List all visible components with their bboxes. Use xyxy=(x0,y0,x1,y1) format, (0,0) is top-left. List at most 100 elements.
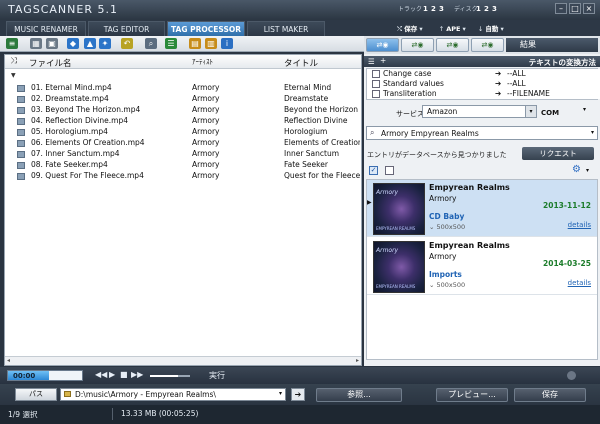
browse-button[interactable]: 参照... xyxy=(316,388,402,402)
preview-button[interactable]: プレビュー... xyxy=(436,388,508,402)
track-2[interactable]: 2 xyxy=(431,5,436,13)
conversion-row[interactable]: Standard values ➔ --ALL xyxy=(369,79,600,89)
file-source-button[interactable]: ⇄◉ xyxy=(436,38,469,52)
result-artist: Armory xyxy=(429,252,457,261)
minimize-icon[interactable]: – xyxy=(555,3,567,14)
export-icon[interactable]: ▤ xyxy=(189,38,201,49)
music-file-icon xyxy=(17,151,25,158)
forward-icon[interactable]: ▶▶ xyxy=(131,370,143,379)
file-row[interactable]: 02. Dreamstate.mp4 Armory Dreamstate xyxy=(5,94,361,105)
dropdown-icon: ▾ xyxy=(417,25,425,33)
file-row[interactable]: 04. Reflection Divine.mp4 Armory Reflectio… xyxy=(5,116,361,127)
details-link[interactable]: details xyxy=(568,221,591,229)
scroll-right-icon[interactable]: ▸ xyxy=(356,357,359,364)
region-value[interactable]: COM xyxy=(541,109,559,117)
column-artist[interactable]: ｱｰﾃｨｽﾄ xyxy=(192,57,213,67)
chevron-down-icon[interactable]: ▾ xyxy=(591,129,594,136)
chevron-icon: ⌄ xyxy=(429,223,437,231)
move-up-icon[interactable]: ◆ xyxy=(67,38,79,49)
conversion-row[interactable]: Change case ➔ --ALL xyxy=(369,69,600,79)
cover-logo: Armory xyxy=(376,189,399,196)
file-artist: Armory xyxy=(192,83,220,92)
tab-music-renamer[interactable]: MUSIC RENAMER xyxy=(6,21,86,36)
cover-caption: EMPYREAN REALMS xyxy=(376,284,416,289)
scroll-left-icon[interactable]: ◂ xyxy=(7,357,10,364)
result-card[interactable]: Armory EMPYREAN REALMS Empyrean Realms A… xyxy=(367,238,597,295)
select-none-checkbox[interactable] xyxy=(385,166,394,175)
disc-1[interactable]: 1 xyxy=(476,5,481,13)
file-row[interactable]: 07. Inner Sanctum.mp4 Armory Inner Sanctum xyxy=(5,149,361,160)
result-card[interactable]: ▶ Armory EMPYREAN REALMS Empyrean Realms… xyxy=(367,180,597,237)
playlist-icon[interactable]: ☰ xyxy=(165,38,177,49)
save-mode[interactable]: 保存 xyxy=(404,25,417,33)
tag-source-button[interactable]: ⇄◉ xyxy=(401,38,434,52)
list-icon[interactable]: ☰ xyxy=(368,57,375,66)
file-row[interactable]: 09. Quest For The Fleece.mp4 Armory Quest … xyxy=(5,171,361,182)
folder-tree-icon[interactable]: ≡ xyxy=(6,38,18,49)
album-cover: Armory EMPYREAN REALMS xyxy=(373,183,425,235)
arrow-icon: ➔ xyxy=(495,89,502,98)
conversion-checkbox[interactable] xyxy=(372,70,380,78)
chevron-down-icon[interactable]: ▾ xyxy=(586,167,589,174)
text-source-button[interactable]: ⇄◉ xyxy=(471,38,504,52)
file-row[interactable]: 08. Fate Seeker.mp4 Armory Fate Seeker xyxy=(5,160,361,171)
file-row[interactable]: 01. Eternal Mind.mp4 Armory Eternal Mind xyxy=(5,83,361,94)
result-tab[interactable]: 結果 xyxy=(506,38,598,52)
refresh-icon[interactable]: ✦ xyxy=(99,38,111,49)
add-icon[interactable]: + xyxy=(380,56,386,65)
select-all-checkbox[interactable]: ✓ xyxy=(369,166,378,175)
file-artist: Armory xyxy=(192,105,220,114)
conversion-checkbox[interactable] xyxy=(372,90,380,98)
track-1[interactable]: 1 xyxy=(423,5,428,13)
path-input[interactable]: D:\music\Armory - Empyrean Realms\ ▾ xyxy=(60,388,286,401)
tab-tag-processor[interactable]: TAG PROCESSOR xyxy=(167,21,245,36)
options-gear-icon[interactable]: ⚙ xyxy=(572,164,581,175)
file-row[interactable]: 06. Elements Of Creation.mp4 Armory Elemen… xyxy=(5,138,361,149)
file-row[interactable]: 03. Beyond The Horizon.mp4 Armory Beyond t… xyxy=(5,105,361,116)
conversion-checkbox[interactable] xyxy=(372,80,380,88)
horizontal-scrollbar[interactable]: ◂ ▸ xyxy=(5,356,361,365)
info-icon[interactable]: i xyxy=(221,38,233,49)
conversion-label: Transliteration xyxy=(383,89,437,98)
grid-view-icon[interactable]: ▦ xyxy=(30,38,42,49)
save-button[interactable]: 保存 xyxy=(514,388,586,402)
column-title[interactable]: タイトル xyxy=(284,57,318,69)
execute-label[interactable]: 実行 xyxy=(209,370,225,381)
group-expand-icon[interactable]: ▼ xyxy=(11,72,16,79)
request-button[interactable]: リクエスト xyxy=(522,147,594,160)
track-3[interactable]: 3 xyxy=(439,5,444,13)
play-icon[interactable]: ▶ xyxy=(109,370,115,379)
play-time: 00:00 xyxy=(13,372,36,380)
auto-mode[interactable]: 自動 xyxy=(485,25,498,33)
import-icon[interactable]: ▥ xyxy=(205,38,217,49)
service-select[interactable]: Amazon ▾ xyxy=(422,105,537,118)
disc-2[interactable]: 2 xyxy=(484,5,489,13)
volume-slider[interactable] xyxy=(150,375,190,377)
web-source-button[interactable]: ⇄◉ xyxy=(366,38,399,52)
maximize-icon[interactable]: □ xyxy=(569,3,581,14)
conversion-row[interactable]: Transliteration ➔ --FILENAME xyxy=(369,89,600,99)
shuffle-icon[interactable]: ⤨ xyxy=(10,56,17,66)
stop-icon[interactable]: ■ xyxy=(120,370,128,379)
search-query-input[interactable]: ⌕ Armory Empyrean Realms ▾ xyxy=(366,126,598,140)
file-title: Elements of Creation xyxy=(284,138,360,147)
go-arrow-icon[interactable]: ➔ xyxy=(291,388,305,401)
result-title: Empyrean Realms xyxy=(429,183,510,192)
disc-3[interactable]: 3 xyxy=(492,5,497,13)
move-down-icon[interactable]: ▲ xyxy=(84,38,96,49)
tab-list-maker[interactable]: LIST MAKER xyxy=(247,21,325,36)
undo-icon[interactable]: ↶ xyxy=(121,38,133,49)
expand-icon[interactable]: ▣ xyxy=(46,38,58,49)
rewind-icon[interactable]: ◀◀ xyxy=(95,370,107,379)
details-link[interactable]: details xyxy=(568,279,591,287)
file-row[interactable]: 05. Horologium.mp4 Armory Horologium xyxy=(5,127,361,138)
column-filename[interactable]: ファイル名 xyxy=(29,57,72,69)
chevron-down-icon[interactable]: ▾ xyxy=(583,106,586,113)
chevron-down-icon[interactable]: ▾ xyxy=(279,390,282,397)
tab-tag-editor[interactable]: TAG EDITOR xyxy=(88,21,165,36)
chevron-down-icon[interactable]: ▾ xyxy=(525,106,536,117)
tag-type[interactable]: APE xyxy=(446,25,460,33)
search-icon[interactable]: ⌕ xyxy=(145,38,157,49)
close-icon[interactable]: × xyxy=(583,3,595,14)
progress-bar[interactable]: 00:00 xyxy=(7,370,83,381)
